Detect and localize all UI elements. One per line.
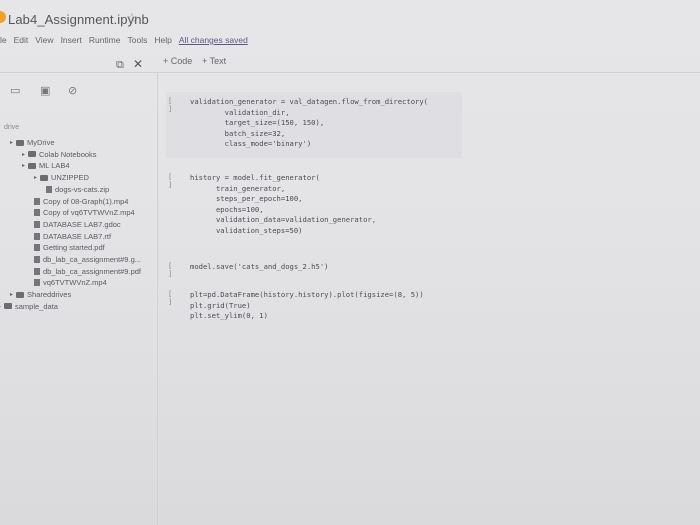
file-icon bbox=[34, 279, 40, 287]
code-text[interactable]: validation_generator = val_datagen.flow_… bbox=[190, 97, 428, 150]
tree-item[interactable]: ▸ ML LAB4 bbox=[22, 161, 70, 170]
code-text[interactable]: history = model.fit_generator( train_gen… bbox=[190, 173, 376, 236]
colab-logo-icon bbox=[0, 11, 6, 23]
menu-view[interactable]: View bbox=[35, 35, 53, 45]
tree-item[interactable]: DATABASE LAB7.gdoc bbox=[34, 220, 121, 229]
tree-item-label: dogs-vs-cats.zip bbox=[55, 184, 110, 194]
file-icon bbox=[34, 256, 40, 263]
upload-file-icon[interactable]: ▭ bbox=[10, 84, 20, 97]
expand-arrow-icon[interactable]: ▸ bbox=[22, 162, 25, 169]
expand-arrow-icon[interactable]: ▸ bbox=[10, 139, 13, 146]
add-code-button[interactable]: + Code bbox=[163, 56, 192, 66]
run-cell-button[interactable]: [ ] bbox=[168, 97, 172, 113]
run-cell-button[interactable]: [ ] bbox=[168, 173, 172, 189]
tree-item-label: Colab Notebooks bbox=[39, 149, 97, 159]
expand-arrow-icon[interactable]: ▸ bbox=[22, 151, 25, 158]
tree-item-label: DATABASE LAB7.gdoc bbox=[43, 219, 121, 229]
file-icon bbox=[34, 232, 40, 240]
tree-item[interactable]: ▸ sample_data bbox=[0, 302, 58, 311]
toolbar-divider bbox=[0, 72, 700, 73]
refresh-icon[interactable]: ⊘ bbox=[68, 84, 77, 97]
tree-item-label: Getting started.pdf bbox=[43, 243, 105, 253]
code-text[interactable]: model.save('cats_and_dogs_2.h5') bbox=[190, 262, 328, 273]
tree-item-label: UNZIPPED bbox=[51, 173, 89, 183]
run-cell-button[interactable]: [ ] bbox=[168, 262, 172, 278]
tree-item-label: ML LAB4 bbox=[39, 161, 70, 171]
menu-edit[interactable]: Edit bbox=[14, 35, 29, 45]
code-text[interactable]: plt=pd.DataFrame(history.history).plot(f… bbox=[190, 290, 424, 322]
tree-item-label: Shareddrives bbox=[27, 290, 72, 300]
menu-tools[interactable]: Tools bbox=[127, 35, 147, 45]
run-cell-button[interactable]: [ ] bbox=[168, 290, 172, 306]
tree-item[interactable]: vq6TVTWVnZ.mp4 bbox=[34, 278, 107, 287]
tree-item[interactable]: dogs-vs-cats.zip bbox=[46, 185, 109, 194]
save-status-link[interactable]: All changes saved bbox=[179, 35, 248, 45]
file-icon bbox=[34, 197, 40, 205]
folder-icon bbox=[16, 139, 25, 146]
expand-arrow-icon[interactable]: ▸ bbox=[0, 303, 1, 310]
new-window-icon[interactable]: ⧉ bbox=[116, 59, 124, 72]
tree-item[interactable]: ▸ MyDrive bbox=[10, 138, 55, 147]
tree-item[interactable]: Copy of 08-Graph(1).mp4 bbox=[34, 197, 128, 206]
tree-item[interactable]: ▸ UNZIPPED bbox=[34, 173, 89, 182]
folder-icon bbox=[4, 303, 13, 310]
expand-arrow-icon[interactable]: ▸ bbox=[34, 174, 37, 181]
sidebar-divider bbox=[157, 72, 158, 525]
tree-item[interactable]: db_lab_ca_assignment#9.g... bbox=[34, 255, 141, 264]
file-icon bbox=[34, 267, 40, 275]
folder-icon bbox=[16, 291, 25, 298]
tree-item-label: Copy of 08-Graph(1).mp4 bbox=[43, 196, 129, 206]
close-icon[interactable]: ✕ bbox=[133, 57, 143, 71]
file-icon bbox=[46, 185, 52, 193]
folder-icon bbox=[40, 174, 49, 181]
menu-insert[interactable]: Insert bbox=[61, 35, 82, 45]
menu-runtime[interactable]: Runtime bbox=[89, 35, 121, 45]
folder-icon bbox=[28, 151, 37, 158]
file-icon bbox=[34, 220, 40, 228]
tree-item-label: vq6TVTWVnZ.mp4 bbox=[43, 278, 107, 288]
tree-item-label: db_lab_ca_assignment#9.g... bbox=[43, 255, 141, 264]
tree-item-label: MyDrive bbox=[27, 138, 55, 147]
folder-icon bbox=[28, 162, 37, 169]
tree-item-label: sample_data bbox=[15, 301, 58, 311]
menu-file[interactable]: le bbox=[0, 35, 7, 45]
tree-item[interactable]: ▸ Colab Notebooks bbox=[22, 150, 97, 159]
tree-item[interactable]: Copy of vq6TVTWVnZ.mp4 bbox=[34, 208, 135, 217]
star-icon[interactable]: ☆ bbox=[126, 10, 138, 26]
menu-help[interactable]: Help bbox=[154, 35, 171, 45]
tree-item[interactable]: DATABASE LAB7.rtf bbox=[34, 232, 111, 241]
menu-bar: le Edit View Insert Runtime Tools Help A… bbox=[0, 35, 248, 45]
mount-drive-icon[interactable]: ▣ bbox=[40, 84, 50, 97]
add-text-button[interactable]: + Text bbox=[202, 56, 226, 66]
tree-item[interactable]: Getting started.pdf bbox=[34, 243, 105, 252]
tree-item[interactable]: db_lab_ca_assignment#9.pdf bbox=[34, 267, 141, 276]
expand-arrow-icon[interactable]: ▸ bbox=[10, 291, 13, 298]
tree-item-label: DATABASE LAB7.rtf bbox=[43, 231, 112, 241]
tree-item[interactable]: ▸ Shareddrives bbox=[10, 290, 71, 299]
file-icon bbox=[34, 209, 40, 217]
tree-item-label: Copy of vq6TVTWVnZ.mp4 bbox=[43, 208, 135, 218]
drive-label: drive bbox=[4, 124, 20, 131]
file-icon bbox=[34, 244, 40, 252]
tree-item-label: db_lab_ca_assignment#9.pdf bbox=[43, 266, 141, 276]
